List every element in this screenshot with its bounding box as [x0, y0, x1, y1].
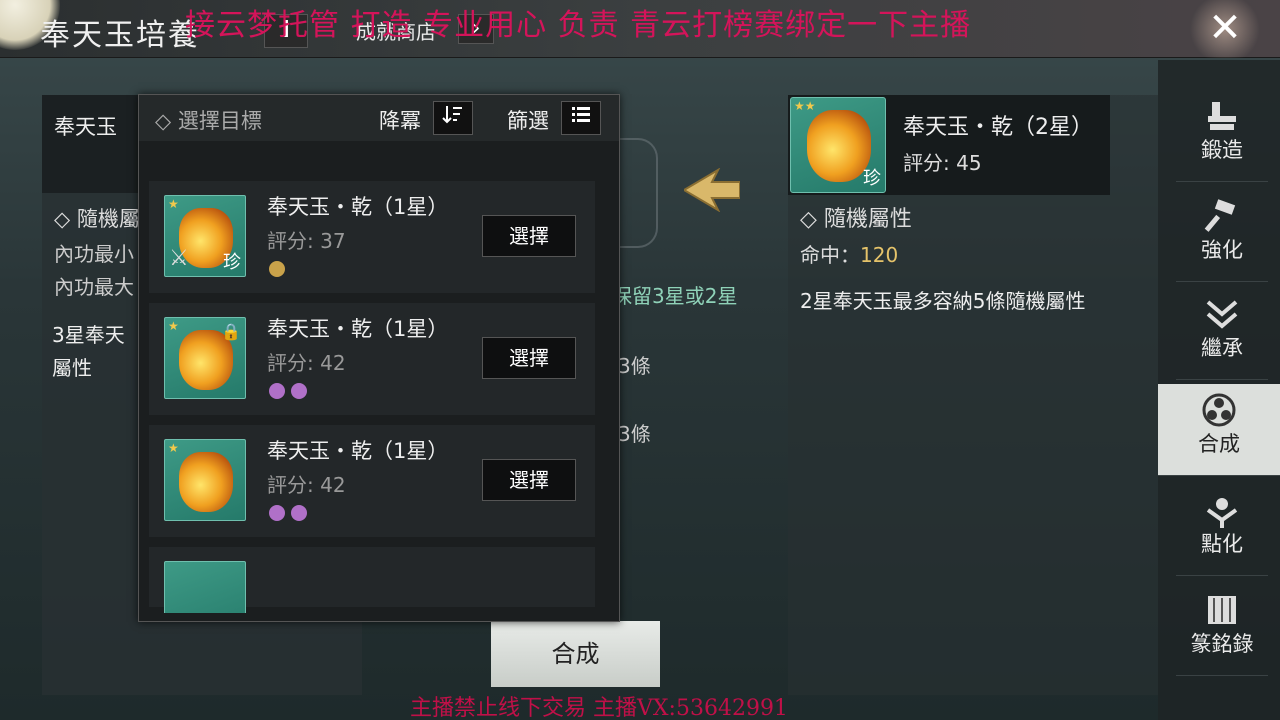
side-nav: 鍛造 強化 繼承 合成 點化 篆銘錄 [1158, 60, 1280, 720]
sort-descending-button[interactable] [433, 101, 473, 135]
select-button[interactable]: 選擇 [482, 337, 576, 379]
nav-item-enhance[interactable]: 強化 [1176, 190, 1268, 282]
anvil-icon [1176, 90, 1268, 134]
rarity-badge: 珍 [223, 252, 241, 273]
list-item[interactable]: ★ 奉天玉・乾（1星） 評分: 42 選擇 [149, 425, 595, 537]
candidate-list[interactable]: ★ ⚔ 珍 奉天玉・乾（1星） 評分: 37 選擇 ★ 🔒 奉天玉・乾（1星） … [149, 143, 595, 613]
item-icon [164, 561, 246, 613]
left-item-name: 奉天玉 [54, 115, 117, 139]
left-note: 3星奉天屬性 [52, 323, 125, 380]
select-button[interactable]: 選擇 [482, 215, 576, 257]
popup-title: ◇ 選擇目標 [155, 109, 262, 133]
nav-label: 點化 [1201, 532, 1243, 556]
list-item[interactable]: ★ ⚔ 珍 奉天玉・乾（1星） 評分: 37 選擇 [149, 181, 595, 293]
enlighten-icon [1176, 484, 1268, 528]
nav-label: 鍛造 [1201, 138, 1243, 162]
nav-label: 篆銘錄 [1190, 632, 1254, 656]
stat-label: 命中： [800, 243, 860, 267]
popup-header: ◇ 選擇目標 降冪 篩選 [139, 95, 619, 141]
result-item-score: 評分: 45 [903, 151, 982, 175]
keep-hint: 保留3星或2星 [612, 284, 738, 308]
result-note: 2星奉天玉最多容納5條隨機屬性 [800, 289, 1086, 313]
attr-dots [269, 505, 313, 525]
star-icon: ★ [168, 441, 179, 455]
select-target-popup: ◇ 選擇目標 降冪 篩選 ★ ⚔ 珍 奉天玉・乾（1星） 評分: 37 選擇 ★… [138, 94, 620, 622]
result-panel: ★★ 珍 奉天玉・乾（2星） 評分: 45 ◇ 隨機屬性 命中：120 2星奉天… [788, 95, 1158, 695]
stat-value: 120 [860, 243, 899, 267]
sort-label: 降冪 [379, 109, 421, 133]
gem-icon [807, 110, 871, 182]
inherit-icon [1176, 288, 1268, 332]
item-icon: ★ [164, 439, 246, 521]
nav-label: 繼承 [1201, 336, 1243, 360]
star-icon: ★ [168, 197, 179, 211]
attr-count: 3條 [618, 354, 651, 378]
attr-dot [269, 261, 285, 277]
left-attr-line: 內功最大 [54, 275, 134, 299]
attr-dot [269, 505, 285, 521]
nav-item-seal-records[interactable]: 篆銘錄 [1176, 584, 1268, 676]
list-item[interactable]: ★ 🔒 奉天玉・乾（1星） 評分: 42 選擇 [149, 303, 595, 415]
nav-item-enlighten[interactable]: 點化 [1176, 484, 1268, 576]
gem-icon [179, 452, 233, 512]
sort-icon [442, 106, 462, 124]
watermark-top: 接云梦托管 打造 专业用心 负责 青云打榜赛绑定一下主播 [185, 8, 972, 43]
left-attr-line: 內功最小 [54, 242, 134, 266]
attr-dot [291, 505, 307, 521]
page-title: 奉天玉培養 [40, 18, 200, 53]
hammer-icon [1176, 190, 1268, 234]
item-score: 評分: 37 [267, 229, 346, 253]
nav-item-inherit[interactable]: 繼承 [1176, 288, 1268, 380]
scroll-icon [1176, 584, 1268, 628]
nav-item-forge[interactable]: 鍛造 [1176, 90, 1268, 182]
attr-count: 3條 [618, 422, 651, 446]
star-icon: ★ [168, 319, 179, 333]
combine-button[interactable]: 合成 [491, 621, 660, 687]
arrow-left-icon [684, 168, 740, 212]
sword-icon: ⚔ [169, 246, 189, 271]
attr-dots [269, 261, 291, 281]
item-name: 奉天玉・乾（1星） [267, 439, 449, 463]
item-score: 評分: 42 [267, 473, 346, 497]
combine-icon [1158, 384, 1280, 428]
list-icon [572, 107, 590, 122]
close-button[interactable]: ✕ [1200, 4, 1250, 54]
select-button[interactable]: 選擇 [482, 459, 576, 501]
lock-icon: 🔒 [221, 322, 241, 341]
item-icon: ★ 🔒 [164, 317, 246, 399]
nav-label: 合成 [1198, 432, 1240, 456]
attr-dots [269, 383, 313, 403]
slot-bracket [618, 138, 658, 248]
filter-label: 篩選 [507, 109, 549, 133]
item-name: 奉天玉・乾（1星） [267, 195, 449, 219]
result-header: ★★ 珍 奉天玉・乾（2星） 評分: 45 [788, 95, 1110, 195]
result-item-icon[interactable]: ★★ 珍 [790, 97, 886, 193]
left-attr-title: ◇ 隨機屬 [54, 207, 140, 231]
item-name: 奉天玉・乾（1星） [267, 317, 449, 341]
rarity-badge: 珍 [863, 168, 881, 189]
item-score: 評分: 42 [267, 351, 346, 375]
nav-item-combine[interactable]: 合成 [1158, 384, 1280, 476]
result-item-name: 奉天玉・乾（2星） [903, 115, 1093, 140]
list-item[interactable] [149, 547, 595, 613]
result-stat: 命中：120 [800, 239, 898, 268]
attr-dot [291, 383, 307, 399]
attr-dot [269, 383, 285, 399]
star-icon: ★★ [794, 99, 816, 113]
filter-button[interactable] [561, 101, 601, 135]
result-attr-title: ◇ 隨機屬性 [800, 207, 912, 232]
item-icon: ★ ⚔ 珍 [164, 195, 246, 277]
nav-label: 強化 [1201, 238, 1243, 262]
watermark-bottom: 主播禁止线下交易 主播VX:53642991 [410, 696, 788, 720]
